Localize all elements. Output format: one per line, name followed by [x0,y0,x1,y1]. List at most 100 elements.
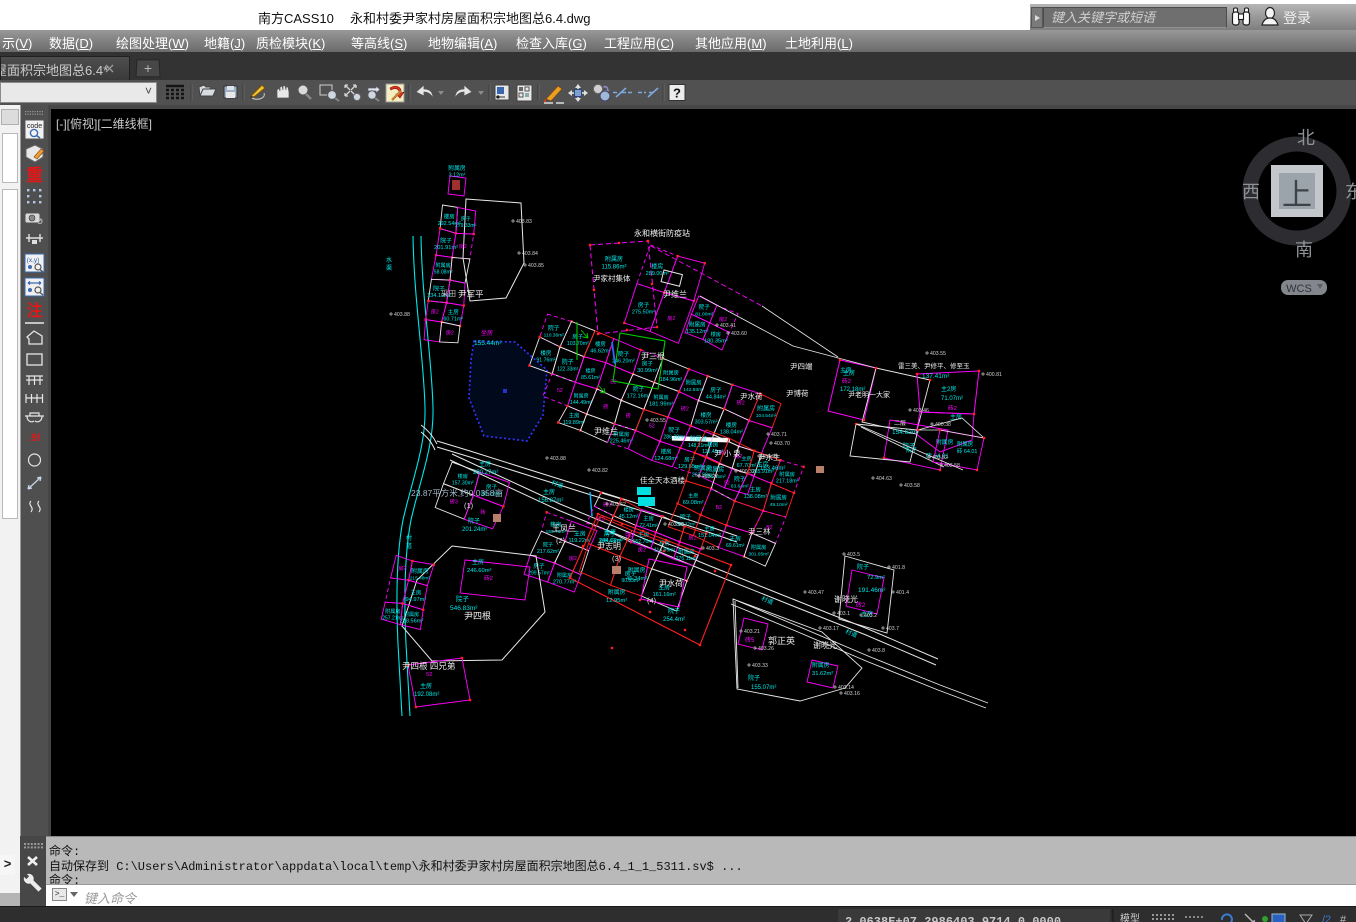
svg-text:279.33m²: 279.33m² [455,223,476,229]
svg-text:尹维兰: 尹维兰 [663,289,687,299]
svg-text:403.62: 403.62 [610,502,626,508]
svg-text:主房: 主房 [840,366,852,374]
svg-text:郭正英: 郭正英 [768,635,795,646]
svg-text:400.59: 400.59 [762,454,778,460]
svg-text:主房: 主房 [729,534,741,542]
svg-text:403.58: 403.58 [904,483,920,489]
svg-text:院子: 院子 [548,324,560,332]
svg-text:403.60: 403.60 [731,331,747,337]
svg-text:附属房: 附属房 [751,543,767,551]
svg-text:(4): (4) [647,596,657,605]
svg-text:永和横街防疫站: 永和横街防疫站 [634,228,690,238]
svg-text:142.83m²: 142.83m² [683,387,704,393]
svg-text:49.10m²: 49.10m² [770,502,788,508]
svg-text:403.2: 403.2 [864,613,877,619]
svg-text:尹三根: 尹三根 [641,351,665,361]
svg-text:60.71m²: 60.71m² [443,316,463,322]
svg-text:172.16m²: 172.16m² [627,394,651,400]
svg-text:138.04m²: 138.04m² [720,430,743,436]
svg-text:北: 北 [1297,128,1315,148]
svg-text:403.88: 403.88 [550,456,566,462]
svg-text:房2: 房2 [398,564,406,572]
svg-text:103.70m²: 103.70m² [567,341,589,347]
svg-text:403.70: 403.70 [774,441,790,447]
svg-text:137.41m²: 137.41m² [922,373,950,380]
svg-text:403.21: 403.21 [744,629,760,635]
svg-text:91.76m²: 91.76m² [536,357,555,363]
svg-text:403.5: 403.5 [847,552,860,558]
svg-text:45.34m²: 45.34m² [626,576,647,582]
svg-text:楼房: 楼房 [651,262,663,270]
svg-text:主房: 主房 [741,455,751,462]
svg-text:401.4: 401.4 [896,590,909,596]
svg-text:138.08m²: 138.08m² [744,494,768,500]
svg-text:砖: 砖 [480,508,485,516]
svg-text:122.33m²: 122.33m² [557,367,578,373]
svg-text:52: 52 [557,388,563,394]
svg-text:151.04m²: 151.04m² [698,533,721,539]
svg-text:附属房: 附属房 [653,394,668,401]
svg-text:180.35m²: 180.35m² [704,338,728,344]
svg-text:181.99m²: 181.99m² [649,402,674,408]
svg-text:道: 道 [406,542,412,550]
svg-text:王凤兰: 王凤兰 [552,523,576,533]
svg-text:村: 村 [406,534,412,542]
svg-text:B2: B2 [716,505,722,511]
svg-text:270.77m²: 270.77m² [553,580,576,586]
svg-text:房2: 房2 [459,242,467,250]
svg-text:模型: 模型 [1120,912,1140,922]
svg-text:楼房: 楼房 [444,213,456,221]
svg-text:3.12m²: 3.12m² [449,173,466,179]
svg-text:85.61m²: 85.61m² [581,375,600,381]
svg-text:119.22m²: 119.22m² [568,538,591,544]
svg-text:房子: 房子 [533,562,545,570]
svg-text:403.16: 403.16 [844,691,860,697]
svg-text:强3: 强3 [625,532,634,539]
svg-text:94.97m²: 94.97m² [405,597,426,603]
svg-text:403.88: 403.88 [394,312,410,318]
svg-text:(x,y): (x,y) [27,257,40,264]
svg-text:12.95m²: 12.95m² [606,598,627,604]
svg-text:403.28: 403.28 [668,522,684,528]
svg-text:水: 水 [386,256,392,264]
svg-text:31.62m²: 31.62m² [812,671,833,677]
svg-text:403.33: 403.33 [752,663,768,669]
svg-text:215.48m²: 215.48m² [410,575,431,581]
svg-text:157.30m²: 157.30m² [452,481,474,487]
svg-text:附属房: 附属房 [628,566,646,574]
svg-text:附属房: 附属房 [757,404,775,412]
svg-text:附属房: 附属房 [936,438,954,446]
svg-text:69.61m²: 69.61m² [726,543,745,549]
svg-text:400.32: 400.32 [739,469,755,475]
svg-text:201.91m²: 201.91m² [434,245,458,251]
svg-text:WCS: WCS [1286,283,1312,295]
svg-text:楼房: 楼房 [585,367,595,374]
svg-text:附属房: 附属房 [686,378,702,386]
svg-text:#: # [1340,914,1347,922]
svg-text:403.55: 403.55 [650,418,666,424]
svg-text:244.02m²: 244.02m² [599,538,624,544]
svg-text:主房: 主房 [543,488,555,496]
svg-text:110.36m²: 110.36m² [544,333,565,339]
svg-text:286.28m²: 286.28m² [663,435,685,441]
svg-text:/2: /2 [1322,914,1331,922]
svg-text:155.07m²: 155.07m² [751,685,776,691]
svg-text:403.55: 403.55 [930,351,946,357]
svg-text:主房: 主房 [472,558,484,566]
svg-text:尹四根 四兄弟: 尹四根 四兄弟 [402,661,455,671]
svg-text:渠: 渠 [386,264,392,272]
svg-text:403.27: 403.27 [702,474,718,480]
svg-text:403.85: 403.85 [528,263,544,269]
svg-text:附属房: 附属房 [690,435,707,443]
svg-text:225.46m²: 225.46m² [610,438,633,444]
svg-text:附属房: 附属房 [694,464,712,472]
svg-text:主房: 主房 [420,682,432,690]
svg-text:院子: 院子 [543,541,553,549]
svg-text:房2: 房2 [569,554,577,562]
svg-text:254.4m²: 254.4m² [663,617,685,623]
svg-text:尹四端: 尹四端 [790,361,813,371]
svg-text:采田: 采田 [441,288,456,298]
svg-text:雷三美、尹修平、修至玉: 雷三美、尹修平、修至玉 [898,361,970,370]
svg-text:主房: 主房 [750,486,762,494]
svg-text:院子: 院子 [668,426,680,434]
